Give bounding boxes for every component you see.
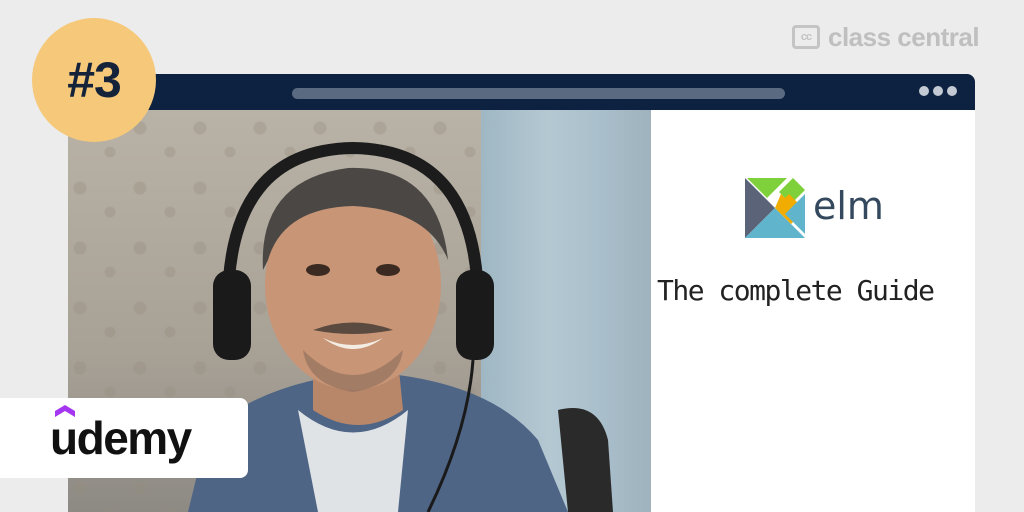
browser-titlebar: [68, 74, 975, 110]
rank-label: #3: [67, 52, 122, 108]
dot-icon: [947, 86, 957, 96]
class-central-icon: cc: [792, 25, 820, 49]
class-central-name: class central: [828, 21, 980, 52]
udemy-logo-text: udemy: [50, 412, 192, 464]
udemy-provider-card: udemy: [0, 398, 248, 478]
rank-badge: #3: [32, 18, 156, 142]
course-title-panel: elm The complete Guide: [651, 110, 975, 512]
course-tagline: The complete Guide: [657, 274, 935, 307]
address-bar[interactable]: [292, 88, 785, 99]
udemy-hat-icon: [55, 405, 75, 417]
dot-icon: [919, 86, 929, 96]
elm-logo-icon: [745, 178, 805, 238]
dot-icon: [933, 86, 943, 96]
class-central-brand: cc class central: [792, 21, 980, 52]
window-menu-dots[interactable]: [919, 86, 957, 96]
elm-logo-text: elm: [813, 184, 884, 228]
